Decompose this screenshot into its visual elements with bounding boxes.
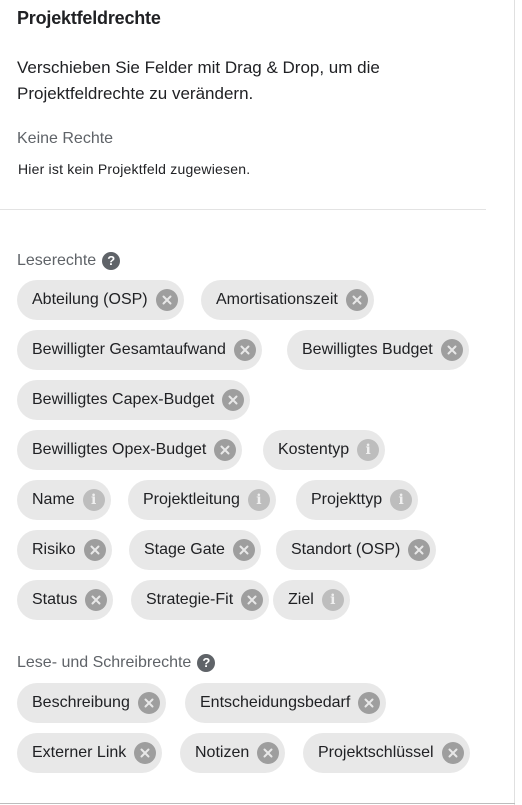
field-chip-label: Projekttyp bbox=[311, 491, 383, 508]
info-icon[interactable]: i bbox=[357, 439, 380, 461]
remove-icon[interactable] bbox=[441, 742, 464, 764]
panel-right-border bbox=[514, 0, 515, 805]
section-divider bbox=[0, 209, 486, 210]
field-chip-label: Bewilligtes Capex-Budget bbox=[32, 391, 215, 408]
info-icon[interactable]: i bbox=[247, 489, 270, 511]
remove-icon[interactable] bbox=[257, 742, 280, 764]
read-write-rights-label: Lese- und Schreibrechte bbox=[17, 654, 192, 671]
field-chip[interactable]: Entscheidungsbedarf bbox=[185, 683, 387, 723]
field-chip[interactable]: Projekttyp i bbox=[296, 480, 419, 520]
info-icon[interactable]: i bbox=[390, 489, 413, 511]
field-chip-label: Bewilligtes Budget bbox=[302, 341, 433, 358]
field-chip[interactable]: Abteilung (OSP) bbox=[17, 280, 184, 320]
field-chip[interactable]: Stage Gate bbox=[129, 530, 261, 570]
field-chip-label: Externer Link bbox=[32, 744, 127, 761]
field-chip-label: Entscheidungsbedarf bbox=[200, 694, 351, 711]
field-chip-label: Projektleitung bbox=[143, 491, 240, 508]
remove-icon[interactable] bbox=[440, 339, 463, 361]
field-chip-label: Abteilung (OSP) bbox=[32, 291, 148, 308]
field-chip-label: Notizen bbox=[195, 744, 250, 761]
field-chip[interactable]: Strategie-Fit bbox=[131, 580, 270, 620]
field-chip-label: Strategie-Fit bbox=[146, 591, 234, 608]
field-chip[interactable]: Bewilligtes Budget bbox=[287, 330, 469, 370]
project-field-rights-panel: Projektfeldrechte Verschieben Sie Felder… bbox=[0, 0, 514, 805]
remove-icon[interactable] bbox=[83, 539, 106, 561]
field-chip-label: Bewilligter Gesamtaufwand bbox=[32, 341, 226, 358]
read-write-rights-help-icon[interactable]: ? bbox=[197, 654, 216, 672]
remove-icon[interactable] bbox=[232, 539, 255, 561]
read-rights-help-icon[interactable]: ? bbox=[102, 252, 121, 270]
remove-icon[interactable] bbox=[134, 742, 157, 764]
field-chip-label: Bewilligtes Opex-Budget bbox=[32, 441, 207, 458]
field-chip[interactable]: Kostentyp i bbox=[263, 430, 386, 470]
remove-icon[interactable] bbox=[233, 339, 256, 361]
remove-icon[interactable] bbox=[345, 289, 368, 311]
panel-bottom-border bbox=[0, 803, 515, 804]
field-chip[interactable]: Beschreibung bbox=[17, 683, 166, 723]
remove-icon[interactable] bbox=[85, 589, 108, 611]
remove-icon[interactable] bbox=[358, 692, 381, 714]
field-chip-label: Projektschlüssel bbox=[318, 744, 434, 761]
info-icon[interactable]: i bbox=[82, 489, 105, 511]
no-rights-hint: Hier ist kein Projektfeld zugewiesen. bbox=[18, 161, 251, 177]
field-chip[interactable]: Amortisationszeit bbox=[201, 280, 374, 320]
field-chip[interactable]: Bewilligtes Capex-Budget bbox=[17, 380, 251, 420]
field-chip-label: Name bbox=[32, 491, 75, 508]
no-rights-label: Keine Rechte bbox=[17, 130, 114, 147]
field-chip[interactable]: Externer Link bbox=[17, 733, 163, 773]
field-chip[interactable]: Bewilligtes Opex-Budget bbox=[17, 430, 243, 470]
field-chip[interactable]: Notizen bbox=[180, 733, 286, 773]
remove-icon[interactable] bbox=[137, 692, 160, 714]
field-chip-label: Standort (OSP) bbox=[291, 541, 401, 558]
remove-icon[interactable] bbox=[155, 289, 178, 311]
field-chip-label: Risiko bbox=[32, 541, 76, 558]
field-chip-label: Kostentyp bbox=[278, 441, 350, 458]
field-chip[interactable]: Standort (OSP) bbox=[276, 530, 437, 570]
read-rights-header: Leserechte ? bbox=[17, 252, 121, 270]
info-icon[interactable]: i bbox=[321, 589, 344, 611]
field-chip[interactable]: Ziel i bbox=[273, 580, 350, 620]
field-chip[interactable]: Projektschlüssel bbox=[303, 733, 470, 773]
field-chip[interactable]: Bewilligter Gesamtaufwand bbox=[17, 330, 262, 370]
read-write-rights-header: Lese- und Schreibrechte ? bbox=[17, 654, 216, 672]
panel-description: Verschieben Sie Felder mit Drag & Drop, … bbox=[17, 58, 380, 103]
remove-icon[interactable] bbox=[214, 439, 237, 461]
field-chip-label: Amortisationszeit bbox=[216, 291, 338, 308]
field-chip[interactable]: Risiko bbox=[17, 530, 112, 570]
field-chip[interactable]: Status bbox=[17, 580, 114, 620]
field-chip-label: Ziel bbox=[288, 591, 314, 608]
field-chip-label: Status bbox=[32, 591, 78, 608]
remove-icon[interactable] bbox=[408, 539, 431, 561]
field-chip[interactable]: Projektleitung i bbox=[128, 480, 276, 520]
read-rights-label: Leserechte bbox=[17, 252, 97, 269]
remove-icon[interactable] bbox=[222, 389, 245, 411]
field-chip-label: Stage Gate bbox=[144, 541, 225, 558]
field-chip[interactable]: Name i bbox=[17, 480, 111, 520]
field-chip-label: Beschreibung bbox=[32, 694, 130, 711]
panel-title: Projektfeldrechte bbox=[17, 8, 161, 28]
remove-icon[interactable] bbox=[241, 589, 264, 611]
